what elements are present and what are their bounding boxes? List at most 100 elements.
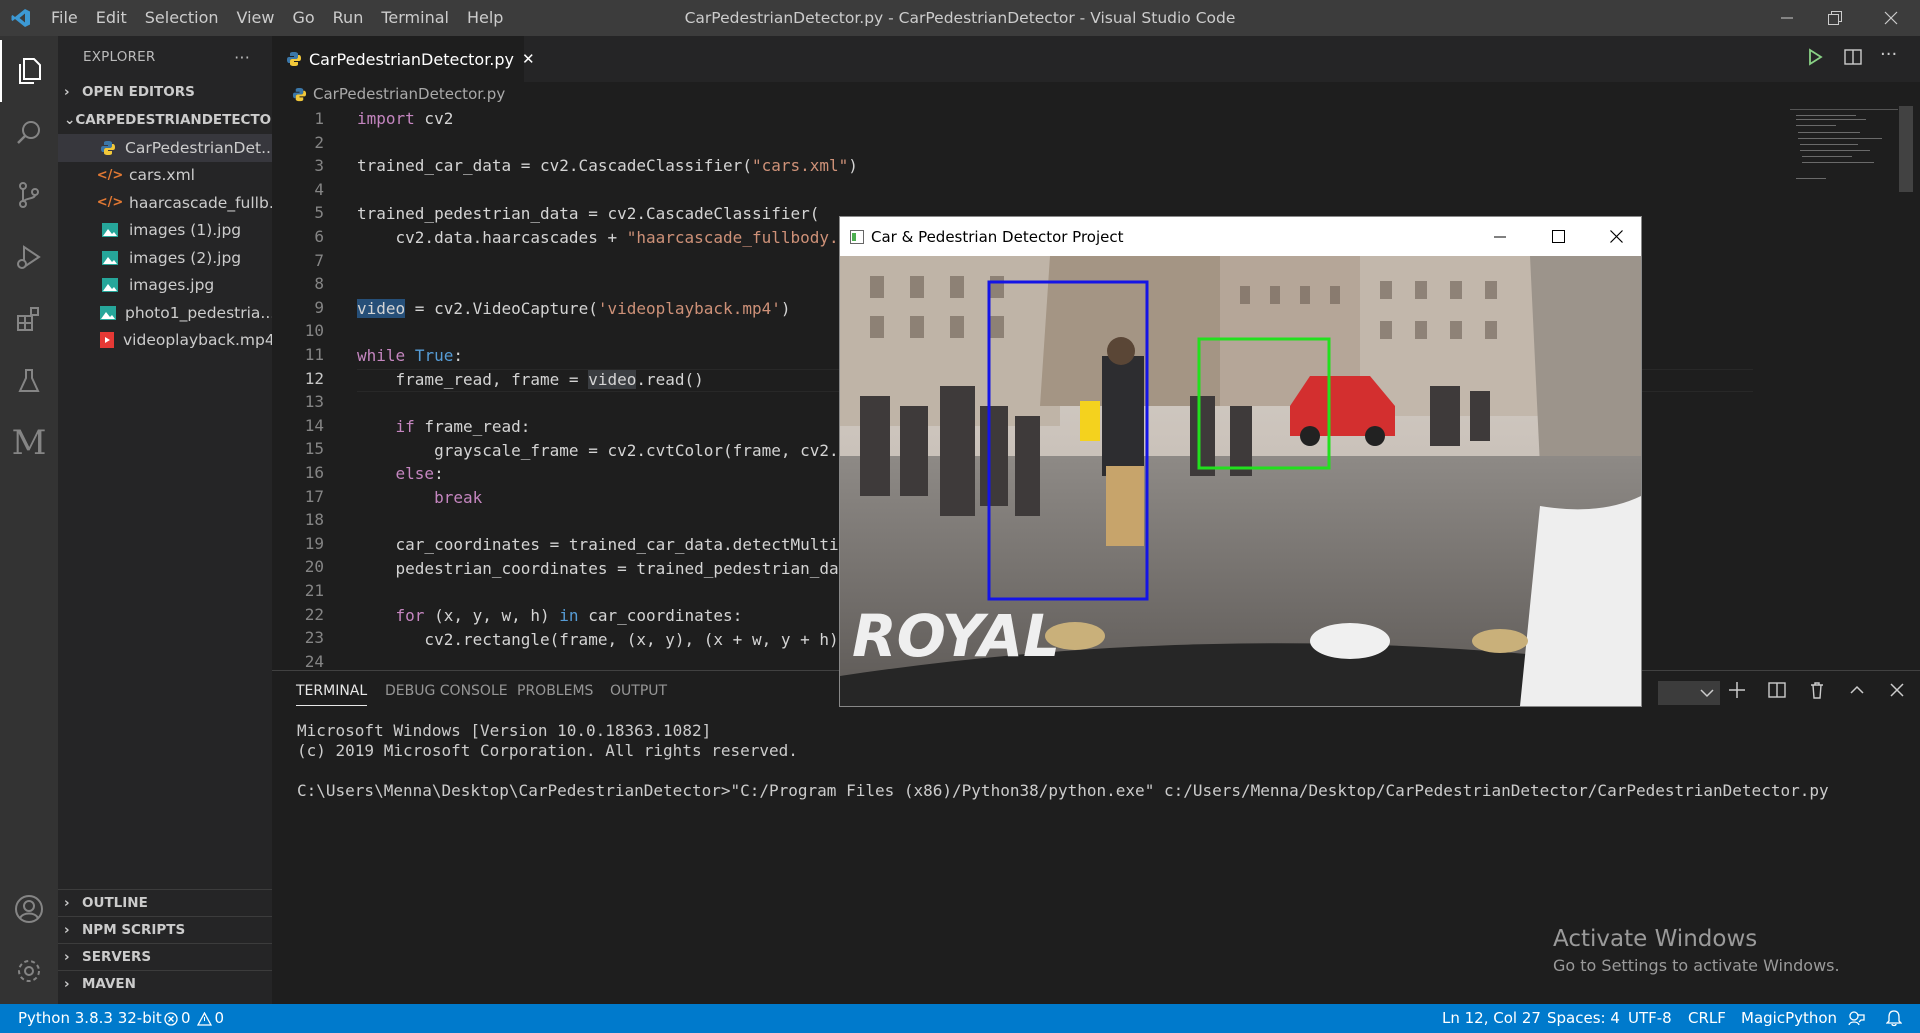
settings-gear-icon[interactable] xyxy=(0,940,58,1002)
code-line: trained_pedestrian_data = cv2.CascadeCla… xyxy=(357,204,820,223)
menu-run[interactable]: Run xyxy=(324,0,373,36)
menu-selection[interactable]: Selection xyxy=(136,0,228,36)
line-ending[interactable]: CRLF xyxy=(1688,1004,1726,1033)
code-line: pedestrian_coordinates = trained_pedestr… xyxy=(357,559,839,578)
close-panel-icon[interactable] xyxy=(1888,681,1906,703)
line-number: 19 xyxy=(304,533,324,553)
line-number: 3 xyxy=(314,156,324,176)
project-section[interactable]: ⌄ CARPEDESTRIANDETECTOR xyxy=(58,106,282,134)
cursor-position[interactable]: Ln 12, Col 27 xyxy=(1442,1004,1541,1033)
testing-icon[interactable] xyxy=(0,350,58,412)
tab-carpedestriandetector[interactable]: CarPedestrianDetector.py ✕ xyxy=(272,36,535,82)
source-control-icon[interactable] xyxy=(0,164,58,226)
warning-icon xyxy=(196,1011,212,1026)
code-line: cv2.rectangle(frame, (x, y), (x + w, y +… xyxy=(357,630,839,649)
encoding[interactable]: UTF-8 xyxy=(1628,1004,1672,1033)
feedback-icon[interactable] xyxy=(1848,1010,1865,1031)
npm-scripts-section[interactable]: › NPM SCRIPTS xyxy=(58,916,272,943)
file-item[interactable]: </> haarcascade_fullb... xyxy=(58,189,272,217)
minimap[interactable] xyxy=(1790,106,1920,670)
tab-debug-console[interactable]: DEBUG CONSOLE xyxy=(385,683,508,699)
file-label: images.jpg xyxy=(129,276,215,295)
file-item[interactable]: CarPedestrianDet... xyxy=(58,134,272,162)
restore-button[interactable] xyxy=(1806,0,1864,36)
line-number: 2 xyxy=(314,132,324,152)
line-number: 11 xyxy=(304,345,324,364)
file-item[interactable]: images (1).jpg xyxy=(58,217,272,245)
menu-help[interactable]: Help xyxy=(458,0,512,36)
opencv-close-button[interactable] xyxy=(1610,229,1623,247)
file-label: haarcascade_fullb... xyxy=(129,193,272,212)
new-terminal-icon[interactable] xyxy=(1728,681,1746,703)
file-item[interactable]: photo1_pedestria... xyxy=(58,299,272,327)
breadcrumb-file[interactable]: CarPedestrianDetector.py xyxy=(313,85,505,103)
split-terminal-icon[interactable] xyxy=(1768,681,1786,703)
file-label: cars.xml xyxy=(129,166,195,185)
terminal-select[interactable] xyxy=(1658,681,1720,705)
python-interpreter[interactable]: Python 3.8.3 32-bit xyxy=(18,1004,162,1033)
opencv-minimize-button[interactable] xyxy=(1494,229,1506,247)
menu-edit[interactable]: Edit xyxy=(87,0,136,36)
run-file-icon[interactable] xyxy=(1806,48,1824,70)
open-editors-section[interactable]: › OPEN EDITORS xyxy=(58,78,272,106)
more-editor-actions-icon[interactable]: ··· xyxy=(1880,44,1897,65)
chevron-down-icon: ⌄ xyxy=(64,112,76,128)
servers-section[interactable]: › SERVERS xyxy=(58,943,272,970)
menu-bar: File Edit Selection View Go Run Terminal… xyxy=(42,0,512,36)
file-item[interactable]: images.jpg xyxy=(58,272,272,300)
video-frame: ROYAL xyxy=(840,256,1641,706)
file-item[interactable]: </> cars.xml xyxy=(58,162,272,190)
file-label: images (1).jpg xyxy=(129,221,242,240)
file-label: photo1_pedestria... xyxy=(125,303,272,322)
outline-section[interactable]: › OUTLINE xyxy=(58,889,272,916)
explorer-header: EXPLORER ··· xyxy=(58,36,272,78)
file-label: CarPedestrianDet... xyxy=(125,138,272,157)
chevron-right-icon: › xyxy=(64,922,70,938)
run-debug-icon[interactable] xyxy=(0,226,58,288)
minimap-slider[interactable] xyxy=(1899,106,1913,192)
servers-label: SERVERS xyxy=(82,949,152,965)
line-number: 24 xyxy=(304,651,324,670)
opencv-window[interactable]: Car & Pedestrian Detector Project ROYAL xyxy=(839,216,1642,707)
tab-problems[interactable]: PROBLEMS xyxy=(517,683,593,699)
close-tab-icon[interactable]: ✕ xyxy=(522,50,535,68)
split-editor-icon[interactable] xyxy=(1844,48,1862,70)
problems-status[interactable]: 0 0 xyxy=(164,1004,224,1033)
code-line: car_coordinates = trained_car_data.detec… xyxy=(357,535,839,554)
file-item[interactable]: videoplayback.mp4 xyxy=(58,327,272,355)
line-number: 4 xyxy=(314,179,324,199)
opencv-maximize-button[interactable] xyxy=(1552,229,1565,247)
maximize-panel-icon[interactable] xyxy=(1848,681,1866,703)
indentation[interactable]: Spaces: 4 xyxy=(1547,1004,1620,1033)
search-icon[interactable] xyxy=(0,102,58,164)
code-line: video = cv2.VideoCapture('videoplayback.… xyxy=(357,299,791,318)
notifications-bell-icon[interactable] xyxy=(1885,1010,1903,1031)
language-mode[interactable]: MagicPython xyxy=(1741,1004,1837,1033)
trash-icon[interactable] xyxy=(1808,681,1826,703)
file-label: videoplayback.mp4 xyxy=(123,331,272,350)
extensions-icon[interactable] xyxy=(0,288,58,350)
activate-windows-subtitle: Go to Settings to activate Windows. xyxy=(1553,956,1840,975)
python-icon xyxy=(286,51,302,67)
menu-go[interactable]: Go xyxy=(283,0,323,36)
more-actions-icon[interactable]: ··· xyxy=(234,48,250,67)
tab-output[interactable]: OUTPUT xyxy=(610,683,667,699)
line-number: 8 xyxy=(314,274,324,294)
code-line: cv2.data.haarcascades + "haarcascade_ful… xyxy=(357,228,839,247)
close-window-button[interactable] xyxy=(1862,0,1920,36)
code-line: grayscale_frame = cv2.cvtColor(frame, cv… xyxy=(357,441,839,460)
files-icon[interactable] xyxy=(0,40,58,102)
menu-view[interactable]: View xyxy=(228,0,284,36)
file-item[interactable]: images (2).jpg xyxy=(58,244,272,272)
tab-terminal[interactable]: TERMINAL xyxy=(296,683,368,706)
m-icon[interactable]: M xyxy=(0,412,58,474)
python-icon xyxy=(292,87,307,102)
menu-terminal[interactable]: Terminal xyxy=(372,0,458,36)
explorer-sidebar: EXPLORER ··· › OPEN EDITORS ⌄ CARPEDESTR… xyxy=(58,36,282,1004)
maven-section[interactable]: › MAVEN xyxy=(58,970,272,997)
menu-file[interactable]: File xyxy=(42,0,87,36)
image-icon xyxy=(100,305,116,320)
line-number: 15 xyxy=(304,439,324,459)
line-number: 22 xyxy=(304,604,324,624)
account-icon[interactable] xyxy=(0,878,58,940)
